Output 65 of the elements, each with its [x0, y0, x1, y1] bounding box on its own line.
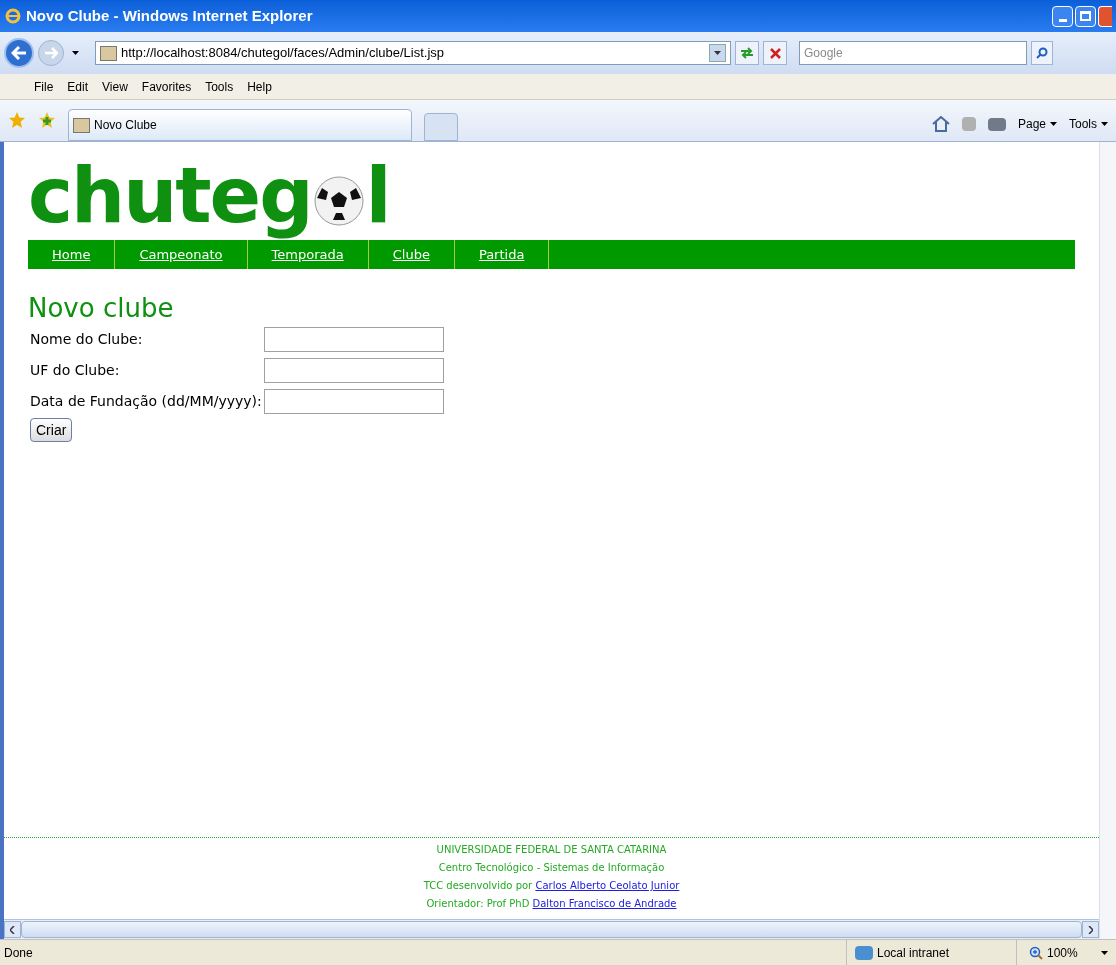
menu-item[interactable]: Tools — [205, 77, 234, 96]
footer-text: Centro Tecnológico - Sistemas de Informação — [438, 861, 665, 875]
input-field[interactable] — [263, 389, 444, 414]
command-button[interactable]: Tools — [1069, 115, 1108, 133]
menu-item[interactable]: Edit — [67, 77, 89, 96]
magnifier-icon[interactable] — [1029, 945, 1043, 960]
footer-link[interactable]: Carlos Alberto Ceolato Junior — [535, 878, 680, 893]
horizontal-scrollbar-thumb[interactable] — [21, 921, 1082, 938]
footer-text: Orientador: Prof PhD — [426, 897, 531, 911]
nav-link[interactable]: Partida — [478, 244, 525, 265]
forward-arrow-icon — [44, 47, 58, 59]
address-dropdown-button[interactable] — [709, 44, 726, 62]
search-icon — [1036, 47, 1048, 59]
input-field[interactable] — [263, 358, 444, 383]
search-button[interactable] — [1031, 41, 1053, 65]
menu-item[interactable]: File — [34, 77, 54, 96]
close-x-icon — [769, 47, 781, 59]
footer-text: TCC desenvolvido por — [423, 879, 534, 893]
minimize-button[interactable] — [1052, 5, 1073, 27]
right-chevron-icon — [1088, 925, 1093, 934]
url-text: http://localhost:8084/chutegol/faces/Admin/clube/List.jsp — [121, 44, 445, 63]
footer-text: UNIVERSIDADE FEDERAL DE SANTA CATARINA — [436, 843, 667, 857]
status-text: Done — [3, 944, 34, 962]
field-label: Data de Fundação (dd/MM/yyyy): — [29, 392, 263, 411]
page-heading: Novo clube — [28, 293, 175, 323]
browser-tab[interactable]: Novo Clube — [68, 109, 412, 141]
dropdown-icon — [1050, 122, 1057, 126]
nav-link[interactable]: Home — [52, 244, 91, 265]
browser-icon — [4, 7, 22, 25]
maximize-button[interactable] — [1075, 5, 1096, 27]
page-icon — [100, 45, 117, 61]
stop-button[interactable] — [763, 41, 787, 65]
refresh-arrows-icon — [740, 47, 754, 59]
history-dropdown-icon[interactable] — [72, 51, 79, 55]
home-icon[interactable] — [931, 116, 950, 132]
address-field[interactable]: http://localhost:8084/chutegol/faces/Admin/clube/List.jsp — [95, 41, 731, 65]
footer-link[interactable]: Dalton Francisco de Andrade — [532, 896, 677, 911]
dropdown-icon[interactable] — [1101, 950, 1108, 955]
close-button[interactable] — [1098, 5, 1112, 27]
star-icon[interactable] — [8, 111, 26, 129]
menu-item[interactable]: Favorites — [141, 77, 192, 96]
search-field[interactable]: Google — [799, 41, 1027, 65]
nav-link[interactable]: Temporada — [271, 244, 344, 265]
add-star-icon[interactable] — [38, 111, 56, 129]
scroll-right-button[interactable] — [1082, 921, 1099, 938]
command-button[interactable]: Page — [1017, 115, 1057, 133]
refresh-button[interactable] — [735, 41, 759, 65]
field-label: Nome do Clube: — [29, 330, 144, 349]
dropdown-icon — [714, 51, 721, 55]
criar-button[interactable]: Criar — [30, 418, 73, 442]
nav-link[interactable]: Clube — [392, 244, 430, 265]
zoom-level[interactable]: 100% — [1047, 943, 1078, 962]
nav-link[interactable]: Campeonato — [139, 244, 223, 265]
input-field[interactable] — [263, 327, 444, 352]
menu-item[interactable]: Help — [247, 77, 272, 96]
zone-text: Local intranet — [877, 944, 950, 962]
window-title: Novo Clube - Windows Internet Explorer — [26, 5, 313, 26]
vertical-scrollbar[interactable] — [1099, 142, 1116, 939]
back-button[interactable] — [4, 38, 34, 68]
back-arrow-icon — [11, 46, 27, 60]
menu-item[interactable]: View — [102, 77, 128, 96]
dropdown-icon — [1101, 122, 1108, 126]
scroll-left-button[interactable] — [4, 921, 21, 938]
field-label: UF do Clube: — [29, 361, 121, 380]
left-chevron-icon — [10, 925, 15, 934]
